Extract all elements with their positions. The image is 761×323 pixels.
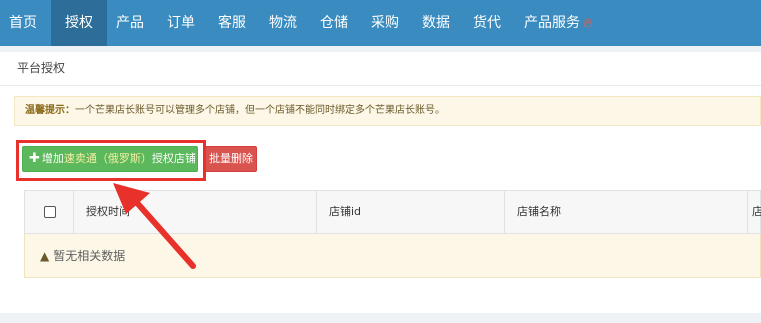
nav-item-customer-service[interactable]: 客服 xyxy=(209,0,260,46)
nav-item-freight[interactable]: 货代 xyxy=(464,0,515,46)
nav-item-orders[interactable]: 订单 xyxy=(158,0,209,46)
column-truncated: 店 xyxy=(752,205,761,218)
column-shop-name: 店铺名称 xyxy=(505,191,748,233)
column-auth-time: 授权时间 xyxy=(74,191,317,233)
nav-item-purchasing[interactable]: 采购 xyxy=(362,0,413,46)
nav-item-logistics[interactable]: 物流 xyxy=(260,0,311,46)
nav-item-data[interactable]: 数据 xyxy=(413,0,464,46)
fire-icon: 🔥︎ xyxy=(583,16,593,31)
tip-text: 一个芒果店长账号可以管理多个店铺，但一个店铺不能同时绑定多个芒果店长账号。 xyxy=(75,105,445,116)
select-all-checkbox[interactable] xyxy=(44,206,56,218)
annotation-highlight-box xyxy=(16,140,206,181)
top-nav: 首页 授权 产品 订单 客服 物流 仓储 采购 数据 货代 产品服务 🔥︎ xyxy=(0,0,761,46)
nav-item-product-services-label: 产品服务 xyxy=(524,15,580,31)
nav-item-warehouse[interactable]: 仓储 xyxy=(311,0,362,46)
nav-item-authorization[interactable]: 授权 xyxy=(51,0,107,46)
table-header: 授权时间 店铺id 店铺名称 店 xyxy=(24,190,761,234)
warning-icon: ▲ xyxy=(40,249,50,263)
empty-state-text: 暂无相关数据 xyxy=(53,249,126,263)
tip-banner: 温馨提示：一个芒果店长账号可以管理多个店铺，但一个店铺不能同时绑定多个芒果店长账… xyxy=(14,96,761,126)
page-title: 平台授权 xyxy=(0,52,761,86)
nav-item-product-services[interactable]: 产品服务 🔥︎ xyxy=(515,0,607,46)
select-all-cell xyxy=(25,191,74,233)
batch-delete-button[interactable]: 批量删除 xyxy=(205,146,257,172)
empty-state-row: ▲ 暂无相关数据 xyxy=(24,234,761,278)
main-panel: 平台授权 温馨提示：一个芒果店长账号可以管理多个店铺，但一个店铺不能同时绑定多个… xyxy=(0,52,761,313)
column-shop-id: 店铺id xyxy=(317,191,505,233)
tip-label: 温馨提示： xyxy=(25,105,75,116)
nav-item-products[interactable]: 产品 xyxy=(107,0,158,46)
nav-item-home[interactable]: 首页 xyxy=(0,0,51,46)
